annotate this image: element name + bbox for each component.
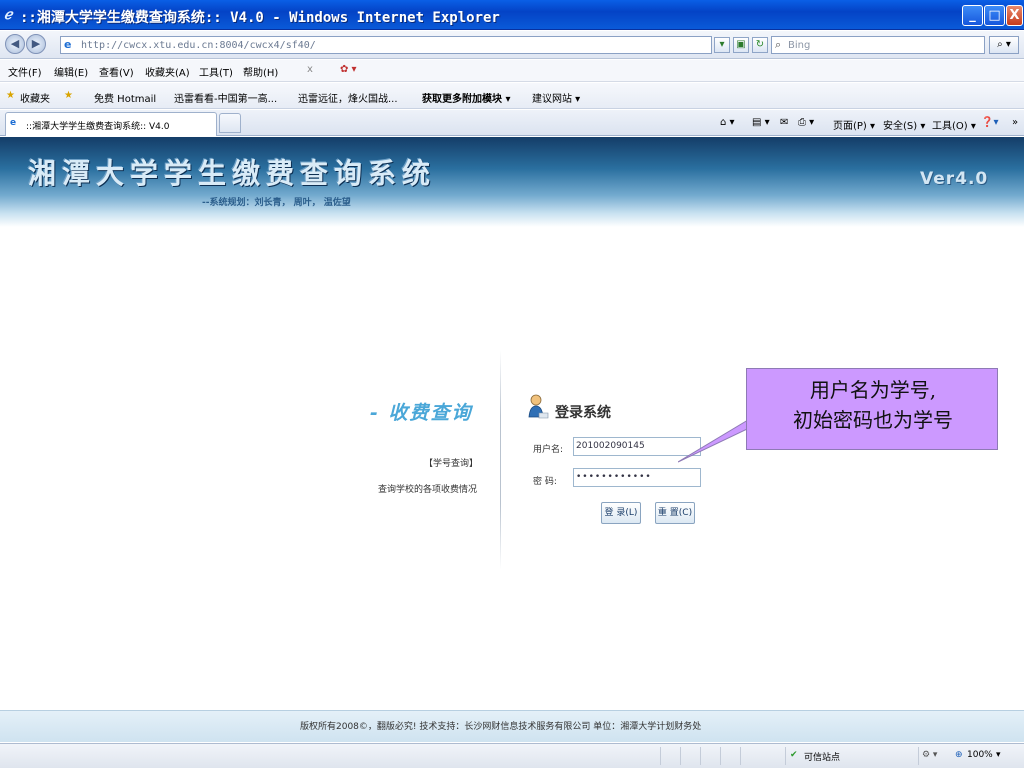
search-go-button[interactable]: ⌕ ▾ <box>989 36 1019 54</box>
search-box[interactable]: ⌕ Bing <box>771 36 985 54</box>
menu-bar: 文件(F) 编辑(E) 查看(V) 收藏夹(A) 工具(T) 帮助(H) x ✿… <box>0 60 1024 82</box>
add-favorite-icon[interactable]: ★ <box>64 90 73 101</box>
callout-text: 用户名为学号, 初始密码也为学号 <box>747 375 999 435</box>
help-icon[interactable]: ❓▾ <box>981 117 998 128</box>
cmd-tools[interactable]: 工具(O) ▾ <box>932 117 976 132</box>
minimize-button[interactable]: _ <box>962 5 983 26</box>
footer-text: 版权所有2008©，翻版必究! 技术支持：长沙网财信息技术服务有限公司 单位：湘… <box>300 722 702 732</box>
tab-bar: e ::湘潭大学学生缴费查询系统:: V4.0 ⌂ ▾ ▤ ▾ ✉ ⎙ ▾ 页面… <box>0 110 1024 136</box>
banner-subtitle: --系统规划：刘长青， 周叶， 温佐望 <box>202 198 351 208</box>
zoom-level[interactable]: 100% <box>967 750 993 760</box>
fav-suggested-sites[interactable]: 建议网站 ▾ <box>532 90 580 105</box>
callout-line-1: 用户名为学号, <box>809 378 937 402</box>
menu-help[interactable]: 帮助(H) <box>243 64 278 79</box>
menu-file[interactable]: 文件(F) <box>8 64 42 79</box>
address-bar[interactable]: e http://cwcx.xtu.edu.cn:8004/cwcx4/sf40… <box>60 36 712 54</box>
zoom-icon[interactable]: ⊕ <box>955 750 963 760</box>
cmd-safety[interactable]: 安全(S) ▾ <box>883 117 925 132</box>
student-id-query-link[interactable]: 【学号查询】 <box>424 456 478 469</box>
mail-icon[interactable]: ✉ <box>780 117 788 128</box>
ie-logo-icon: ℯ <box>4 7 13 23</box>
back-button[interactable]: ◀ <box>5 34 25 54</box>
menu-edit[interactable]: 编辑(E) <box>54 64 88 79</box>
login-title: 登录系统 <box>555 405 611 421</box>
menu-favorites[interactable]: 收藏夹(A) <box>145 64 190 79</box>
home-icon[interactable]: ⌂ ▾ <box>720 117 735 128</box>
window-title-bar: ℯ ::湘潭大学学生缴费查询系统:: V4.0 - Windows Intern… <box>0 0 1024 30</box>
compat-view-icon[interactable]: ▣ <box>733 37 749 53</box>
banner-version: Ver4.0 <box>920 169 989 189</box>
maximize-button[interactable]: □ <box>984 5 1005 26</box>
search-placeholder: Bing <box>788 40 811 51</box>
user-icon <box>528 394 549 419</box>
forward-button[interactable]: ▶ <box>26 34 46 54</box>
window-title: ::湘潭大学学生缴费查询系统:: V4.0 - Windows Internet… <box>20 10 500 26</box>
feeds-icon[interactable]: ▤ ▾ <box>752 117 770 128</box>
status-bar: ✔ 可信站点 ⚙ ▾ ⊕ 100% ▾ <box>0 743 1024 768</box>
close-button[interactable]: X <box>1006 5 1023 26</box>
page-icon: e <box>64 38 72 51</box>
password-input[interactable]: •••••••••••• <box>573 468 701 487</box>
search-icon: ⌕ <box>775 38 782 51</box>
menu-tools[interactable]: 工具(T) <box>199 64 233 79</box>
tab-page-icon: e <box>10 118 17 128</box>
reset-button[interactable]: 重 置(C) <box>655 502 695 524</box>
new-tab-button[interactable] <box>219 113 241 133</box>
page-footer: 版权所有2008©，翻版必究! 技术支持：长沙网财信息技术服务有限公司 单位：湘… <box>0 710 1024 742</box>
tab-title: ::湘潭大学学生缴费查询系统:: V4.0 <box>26 122 170 132</box>
menu-close-icon[interactable]: x <box>307 64 313 75</box>
panel-divider <box>500 350 501 570</box>
address-dropdown-icon[interactable]: ▾ <box>714 37 730 53</box>
favorites-bar: ★ 收藏夹 ★ 免费 Hotmail 迅雷看看-中国第一高... 迅雷远征，烽火… <box>0 83 1024 109</box>
more-commands-icon[interactable]: » <box>1012 117 1018 128</box>
zone-label[interactable]: 可信站点 <box>804 750 840 763</box>
page-banner: 湘潭大学学生缴费查询系统 --系统规划：刘长青， 周叶， 温佐望 Ver4.0 <box>0 137 1024 227</box>
address-toolbar: ◀ ▶ e http://cwcx.xtu.edu.cn:8004/cwcx4/… <box>0 31 1024 59</box>
fav-hotmail[interactable]: 免费 Hotmail <box>94 90 156 105</box>
fav-get-addons[interactable]: 获取更多附加模块 ▾ <box>422 90 511 105</box>
username-label: 用户名: <box>533 445 564 455</box>
protected-mode-icon[interactable]: ⚙ ▾ <box>922 750 937 760</box>
banner-title: 湘潭大学学生缴费查询系统 <box>28 157 437 190</box>
favorites-button[interactable]: 收藏夹 <box>20 90 50 105</box>
tab-current[interactable]: e ::湘潭大学学生缴费查询系统:: V4.0 <box>5 112 217 136</box>
cmd-page[interactable]: 页面(P) ▾ <box>833 117 875 132</box>
fav-xunlei-yuanzheng[interactable]: 迅雷远征，烽火国战... <box>298 90 398 105</box>
addon-icon[interactable]: ✿ ▾ <box>340 64 357 75</box>
menu-view[interactable]: 查看(V) <box>99 64 134 79</box>
refresh-icon[interactable]: ↻ <box>752 37 768 53</box>
annotation-callout: 用户名为学号, 初始密码也为学号 <box>746 368 998 450</box>
print-icon[interactable]: ⎙ ▾ <box>798 117 814 128</box>
fee-query-title: - 收费查询 <box>370 402 473 424</box>
fee-query-description: 查询学校的各项收费情况 <box>378 485 478 495</box>
password-label: 密 码: <box>533 477 557 487</box>
zoom-dropdown-icon[interactable]: ▾ <box>996 750 1001 760</box>
star-icon: ★ <box>6 90 15 101</box>
trusted-check-icon: ✔ <box>790 750 798 760</box>
fav-xunlei-kankan[interactable]: 迅雷看看-中国第一高... <box>174 90 277 105</box>
login-button[interactable]: 登 录(L) <box>601 502 641 524</box>
address-url[interactable]: http://cwcx.xtu.edu.cn:8004/cwcx4/sf40/ <box>81 40 316 51</box>
callout-line-2: 初始密码也为学号 <box>793 408 953 432</box>
